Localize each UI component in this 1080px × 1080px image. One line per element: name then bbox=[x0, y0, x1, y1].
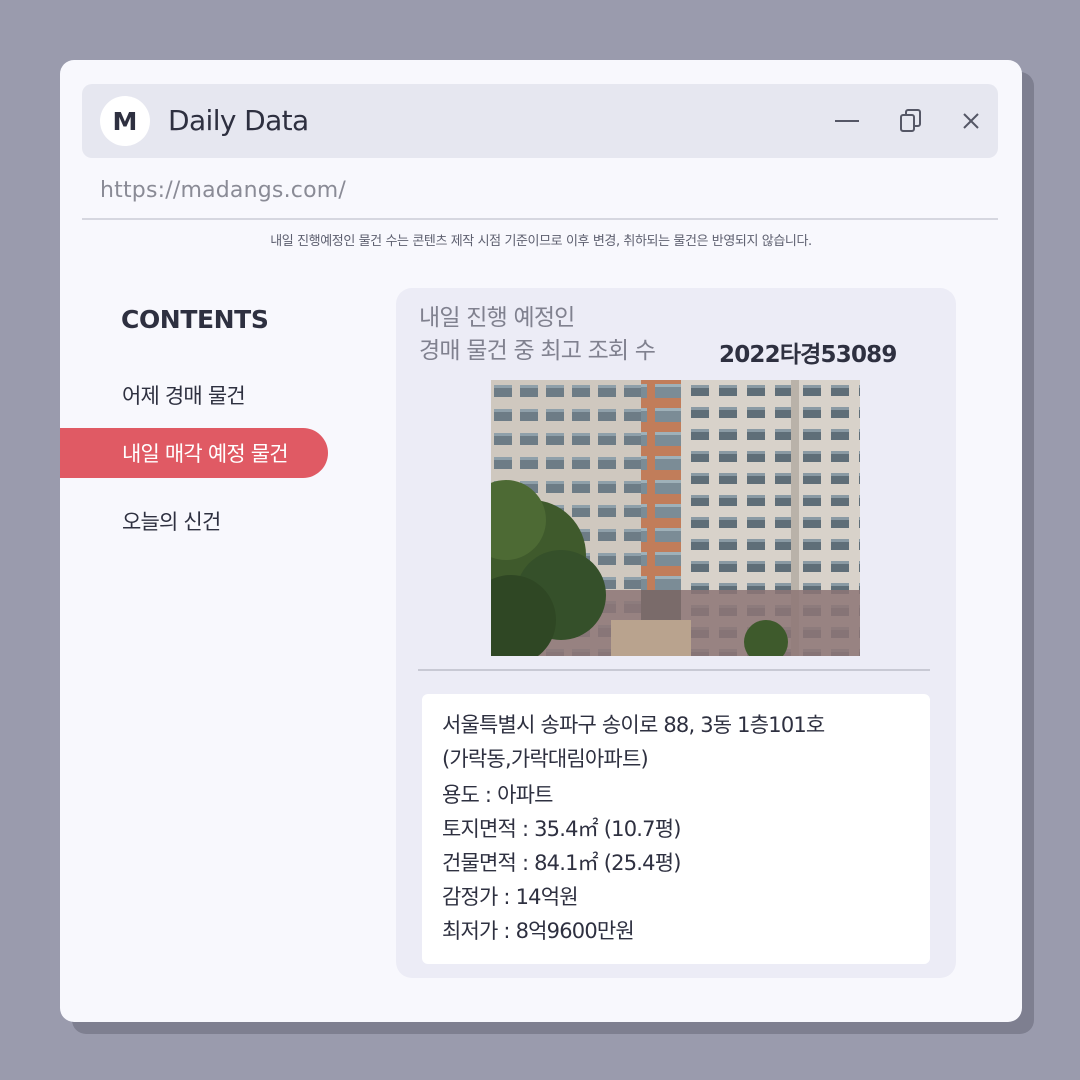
sidebar-item-label: 어제 경매 물건 bbox=[122, 384, 246, 408]
close-button[interactable] bbox=[954, 104, 988, 138]
close-icon bbox=[960, 110, 982, 132]
card-label-line1: 내일 진행 예정인 bbox=[419, 305, 575, 331]
notice-text: 내일 진행예정인 물건 수는 콘텐츠 제작 시점 기준이므로 이후 변경, 취하… bbox=[270, 234, 812, 249]
detail-building-area: 건물면적 : 84.1㎡ (25.4평) bbox=[442, 851, 681, 875]
property-photo bbox=[491, 380, 860, 656]
avatar: M bbox=[100, 96, 150, 146]
detail-minimum-price: 최저가 : 8억9600만원 bbox=[442, 919, 635, 943]
case-number: 2022타경53089 bbox=[719, 342, 897, 368]
card-label-line2: 경매 물건 중 최고 조회 수 bbox=[419, 338, 656, 364]
sidebar-item-yesterday[interactable]: 어제 경매 물건 bbox=[60, 370, 328, 420]
restore-button[interactable] bbox=[894, 104, 928, 138]
app-title: Daily Data bbox=[168, 104, 309, 137]
detail-usage: 용도 : 아파트 bbox=[442, 783, 553, 807]
app-window: M Daily Data https://madangs.com/ 내일 진행예… bbox=[60, 60, 1022, 1022]
detail-land-area: 토지면적 : 35.4㎡ (10.7평) bbox=[442, 817, 681, 841]
card-divider bbox=[418, 669, 930, 671]
sidebar-item-label: 내일 매각 예정 물건 bbox=[122, 442, 289, 466]
address: 서울특별시 송파구 송이로 88, 3동 1층101호 (가락동,가락대림아파트… bbox=[442, 708, 910, 776]
sidebar-title: CONTENTS bbox=[121, 305, 269, 334]
property-card: 내일 진행 예정인 경매 물건 중 최고 조회 수 2022타경53089 서울… bbox=[396, 288, 956, 978]
url-text[interactable]: https://madangs.com/ bbox=[100, 178, 346, 203]
title-bar: M Daily Data bbox=[82, 84, 998, 158]
detail-appraisal-price: 감정가 : 14억원 bbox=[442, 885, 579, 909]
sidebar-item-tomorrow[interactable]: 내일 매각 예정 물건 bbox=[60, 428, 328, 478]
address-line: (가락동,가락대림아파트) bbox=[442, 747, 649, 771]
property-info: 서울특별시 송파구 송이로 88, 3동 1층101호 (가락동,가락대림아파트… bbox=[422, 694, 930, 964]
sidebar-item-label: 오늘의 신건 bbox=[122, 510, 221, 534]
restore-icon bbox=[898, 108, 924, 134]
card-label: 내일 진행 예정인 경매 물건 중 최고 조회 수 bbox=[419, 302, 656, 368]
sidebar-item-today-new[interactable]: 오늘의 신건 bbox=[60, 496, 328, 546]
minimize-icon bbox=[834, 108, 860, 134]
apartment-building-image bbox=[491, 380, 860, 656]
address-line: 서울특별시 송파구 송이로 88, 3동 1층101호 bbox=[442, 713, 825, 737]
url-divider bbox=[82, 218, 998, 220]
minimize-button[interactable] bbox=[830, 104, 864, 138]
